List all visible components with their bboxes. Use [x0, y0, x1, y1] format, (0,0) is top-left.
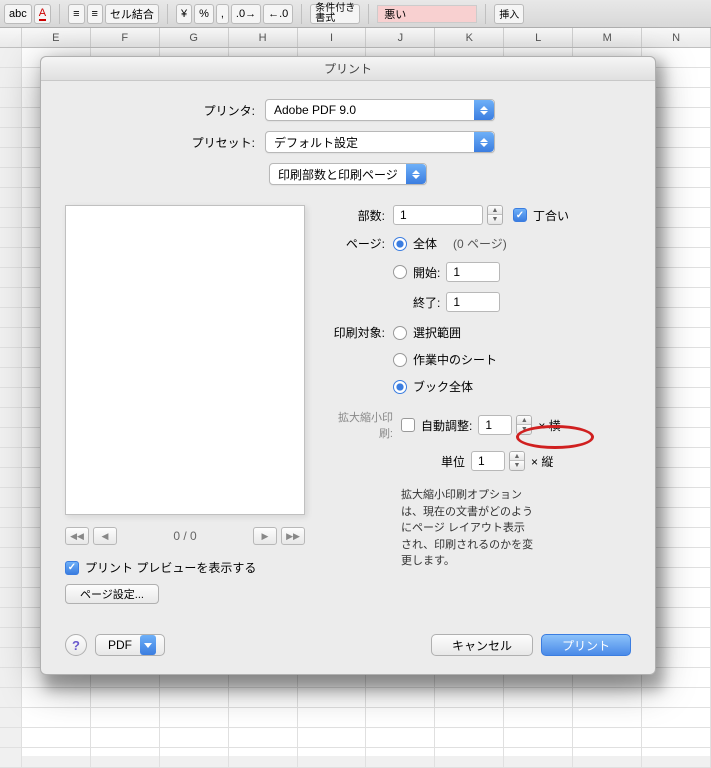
- column-header[interactable]: K: [435, 28, 504, 47]
- ribbon-toolbar: abc A ≡ ≡ セル結合 ¥ % , .0→ ←.0 条件付き 書式 悪い …: [0, 0, 711, 28]
- by-wide-label: × 横: [538, 417, 560, 434]
- next-page-button[interactable]: ▶: [253, 527, 277, 545]
- last-page-button[interactable]: ▶▶: [281, 527, 305, 545]
- indent-icon[interactable]: ≡: [87, 4, 103, 24]
- copies-label: 部数:: [325, 207, 393, 224]
- section-select[interactable]: 印刷部数と印刷ページ: [269, 163, 427, 185]
- section-value: 印刷部数と印刷ページ: [278, 166, 398, 183]
- fit-tall-input[interactable]: [471, 451, 505, 471]
- target-selection-label: 選択範囲: [413, 324, 461, 341]
- collate-checkbox[interactable]: [513, 208, 527, 222]
- column-header[interactable]: E: [22, 28, 91, 47]
- merge-cells-button[interactable]: セル結合: [105, 4, 159, 24]
- currency-icon[interactable]: ¥: [176, 4, 192, 24]
- percent-icon[interactable]: %: [194, 4, 214, 24]
- pages-label: ページ:: [325, 235, 393, 252]
- comma-icon[interactable]: ,: [216, 4, 229, 24]
- preset-value: デフォルト設定: [274, 134, 358, 151]
- column-header[interactable]: H: [229, 28, 298, 47]
- font-style-icon[interactable]: abc: [4, 4, 32, 24]
- by-tall-label: × 縦: [531, 453, 553, 470]
- print-button[interactable]: プリント: [541, 634, 631, 656]
- pdf-menu-button[interactable]: PDF: [95, 634, 165, 656]
- auto-fit-label: 自動調整:: [421, 417, 472, 434]
- pages-to-input[interactable]: [446, 292, 500, 312]
- column-header[interactable]: I: [298, 28, 367, 47]
- font-color-icon[interactable]: A: [34, 4, 51, 24]
- show-preview-label: プリント プレビューを表示する: [85, 559, 256, 576]
- fit-tall-stepper[interactable]: ▲▼: [509, 451, 525, 471]
- printer-value: Adobe PDF 9.0: [274, 103, 356, 117]
- target-label: 印刷対象:: [325, 324, 393, 341]
- show-preview-checkbox[interactable]: [65, 561, 79, 575]
- pager-text: 0 / 0: [173, 529, 196, 543]
- font-color-group[interactable]: abc A: [4, 4, 51, 24]
- increase-decimal-icon[interactable]: .0→: [231, 4, 261, 24]
- chevron-updown-icon: [474, 100, 494, 120]
- pages-from-label: 開始:: [413, 264, 440, 281]
- chevron-updown-icon: [474, 132, 494, 152]
- pages-count: (0 ページ): [453, 235, 507, 252]
- unit-label: 単位: [441, 453, 465, 470]
- column-header[interactable]: M: [573, 28, 642, 47]
- scale-label: 拡大縮小印刷:: [325, 409, 401, 441]
- pages-all-label: 全体: [413, 235, 437, 252]
- target-selection-radio[interactable]: [393, 326, 407, 340]
- column-header[interactable]: F: [91, 28, 160, 47]
- pages-all-radio[interactable]: [393, 237, 407, 251]
- printer-label: プリンタ:: [65, 102, 265, 119]
- align-icon[interactable]: ≡: [68, 4, 84, 24]
- preset-select[interactable]: デフォルト設定: [265, 131, 495, 153]
- column-header[interactable]: N: [642, 28, 711, 47]
- copies-stepper[interactable]: ▲▼: [487, 205, 503, 225]
- auto-fit-checkbox[interactable]: [401, 418, 415, 432]
- pdf-label: PDF: [108, 638, 132, 652]
- print-dialog: プリント プリンタ: Adobe PDF 9.0 プリセット: デフォルト設定 …: [40, 56, 656, 675]
- column-header[interactable]: J: [366, 28, 435, 47]
- column-header[interactable]: G: [160, 28, 229, 47]
- target-active-label: 作業中のシート: [413, 351, 497, 368]
- decrease-decimal-icon[interactable]: ←.0: [263, 4, 293, 24]
- chevron-updown-icon: [406, 164, 426, 184]
- pages-from-input[interactable]: [446, 262, 500, 282]
- chevron-down-icon: [140, 635, 156, 655]
- insert-button[interactable]: 挿入: [494, 4, 524, 24]
- target-book-label: ブック全体: [413, 378, 473, 395]
- page-setup-button[interactable]: ページ設定...: [65, 584, 159, 604]
- cell-style-bad[interactable]: 悪い: [377, 5, 477, 23]
- print-preview: [65, 205, 305, 515]
- cancel-button[interactable]: キャンセル: [431, 634, 533, 656]
- first-page-button[interactable]: ◀◀: [65, 527, 89, 545]
- dialog-title: プリント: [41, 57, 655, 81]
- copies-input[interactable]: [393, 205, 483, 225]
- target-book-radio[interactable]: [393, 380, 407, 394]
- collate-label: 丁合い: [533, 207, 569, 224]
- prev-page-button[interactable]: ◀: [93, 527, 117, 545]
- help-button[interactable]: ?: [65, 634, 87, 656]
- target-active-radio[interactable]: [393, 353, 407, 367]
- fit-wide-stepper[interactable]: ▲▼: [516, 415, 532, 435]
- column-header[interactable]: L: [504, 28, 573, 47]
- scale-note: 拡大縮小印刷オプションは、現在の文書がどのようにページ レイアウト表示され、印刷…: [325, 487, 535, 570]
- conditional-format-button[interactable]: 条件付き 書式: [310, 4, 360, 24]
- preset-label: プリセット:: [65, 134, 265, 151]
- pages-range-radio[interactable]: [393, 265, 407, 279]
- pages-to-label: 終了:: [413, 294, 440, 311]
- fit-wide-input[interactable]: [478, 415, 512, 435]
- printer-select[interactable]: Adobe PDF 9.0: [265, 99, 495, 121]
